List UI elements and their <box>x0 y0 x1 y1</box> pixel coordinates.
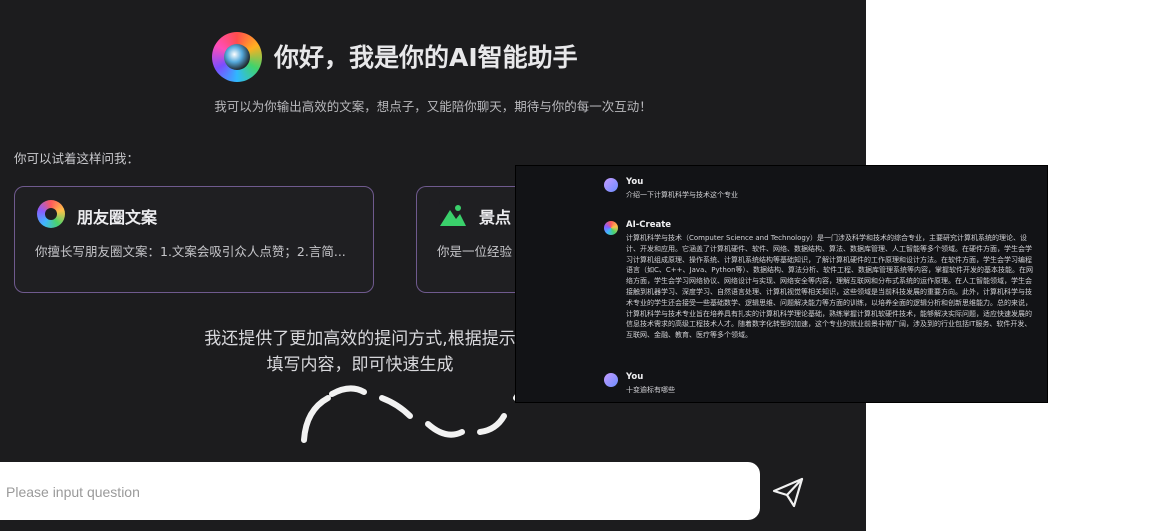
chat-screenshot-panel: You 介绍一下计算机科学与技术这个专业 AI-Create 计算机科学与技术（… <box>516 166 1047 402</box>
question-input-box[interactable] <box>0 462 760 520</box>
ai-avatar <box>604 221 618 235</box>
message-sender: AI-Create <box>626 220 672 230</box>
chat-message: You 十变逾标有哪些 <box>604 372 1037 396</box>
send-icon[interactable] <box>770 474 806 510</box>
message-sender: You <box>626 177 644 187</box>
user-avatar <box>604 373 618 387</box>
question-input[interactable] <box>4 474 748 510</box>
message-text: 介绍一下计算机科学与技术这个专业 <box>626 191 738 199</box>
message-text: 十变逾标有哪些 <box>626 386 675 394</box>
chat-message: You 介绍一下计算机科学与技术这个专业 <box>604 177 1037 201</box>
user-avatar <box>604 178 618 192</box>
message-text: 计算机科学与技术（Computer Science and Technology… <box>626 234 1034 340</box>
message-sender: You <box>626 372 644 382</box>
chat-message: AI-Create 计算机科学与技术（Computer Science and … <box>604 220 1037 341</box>
